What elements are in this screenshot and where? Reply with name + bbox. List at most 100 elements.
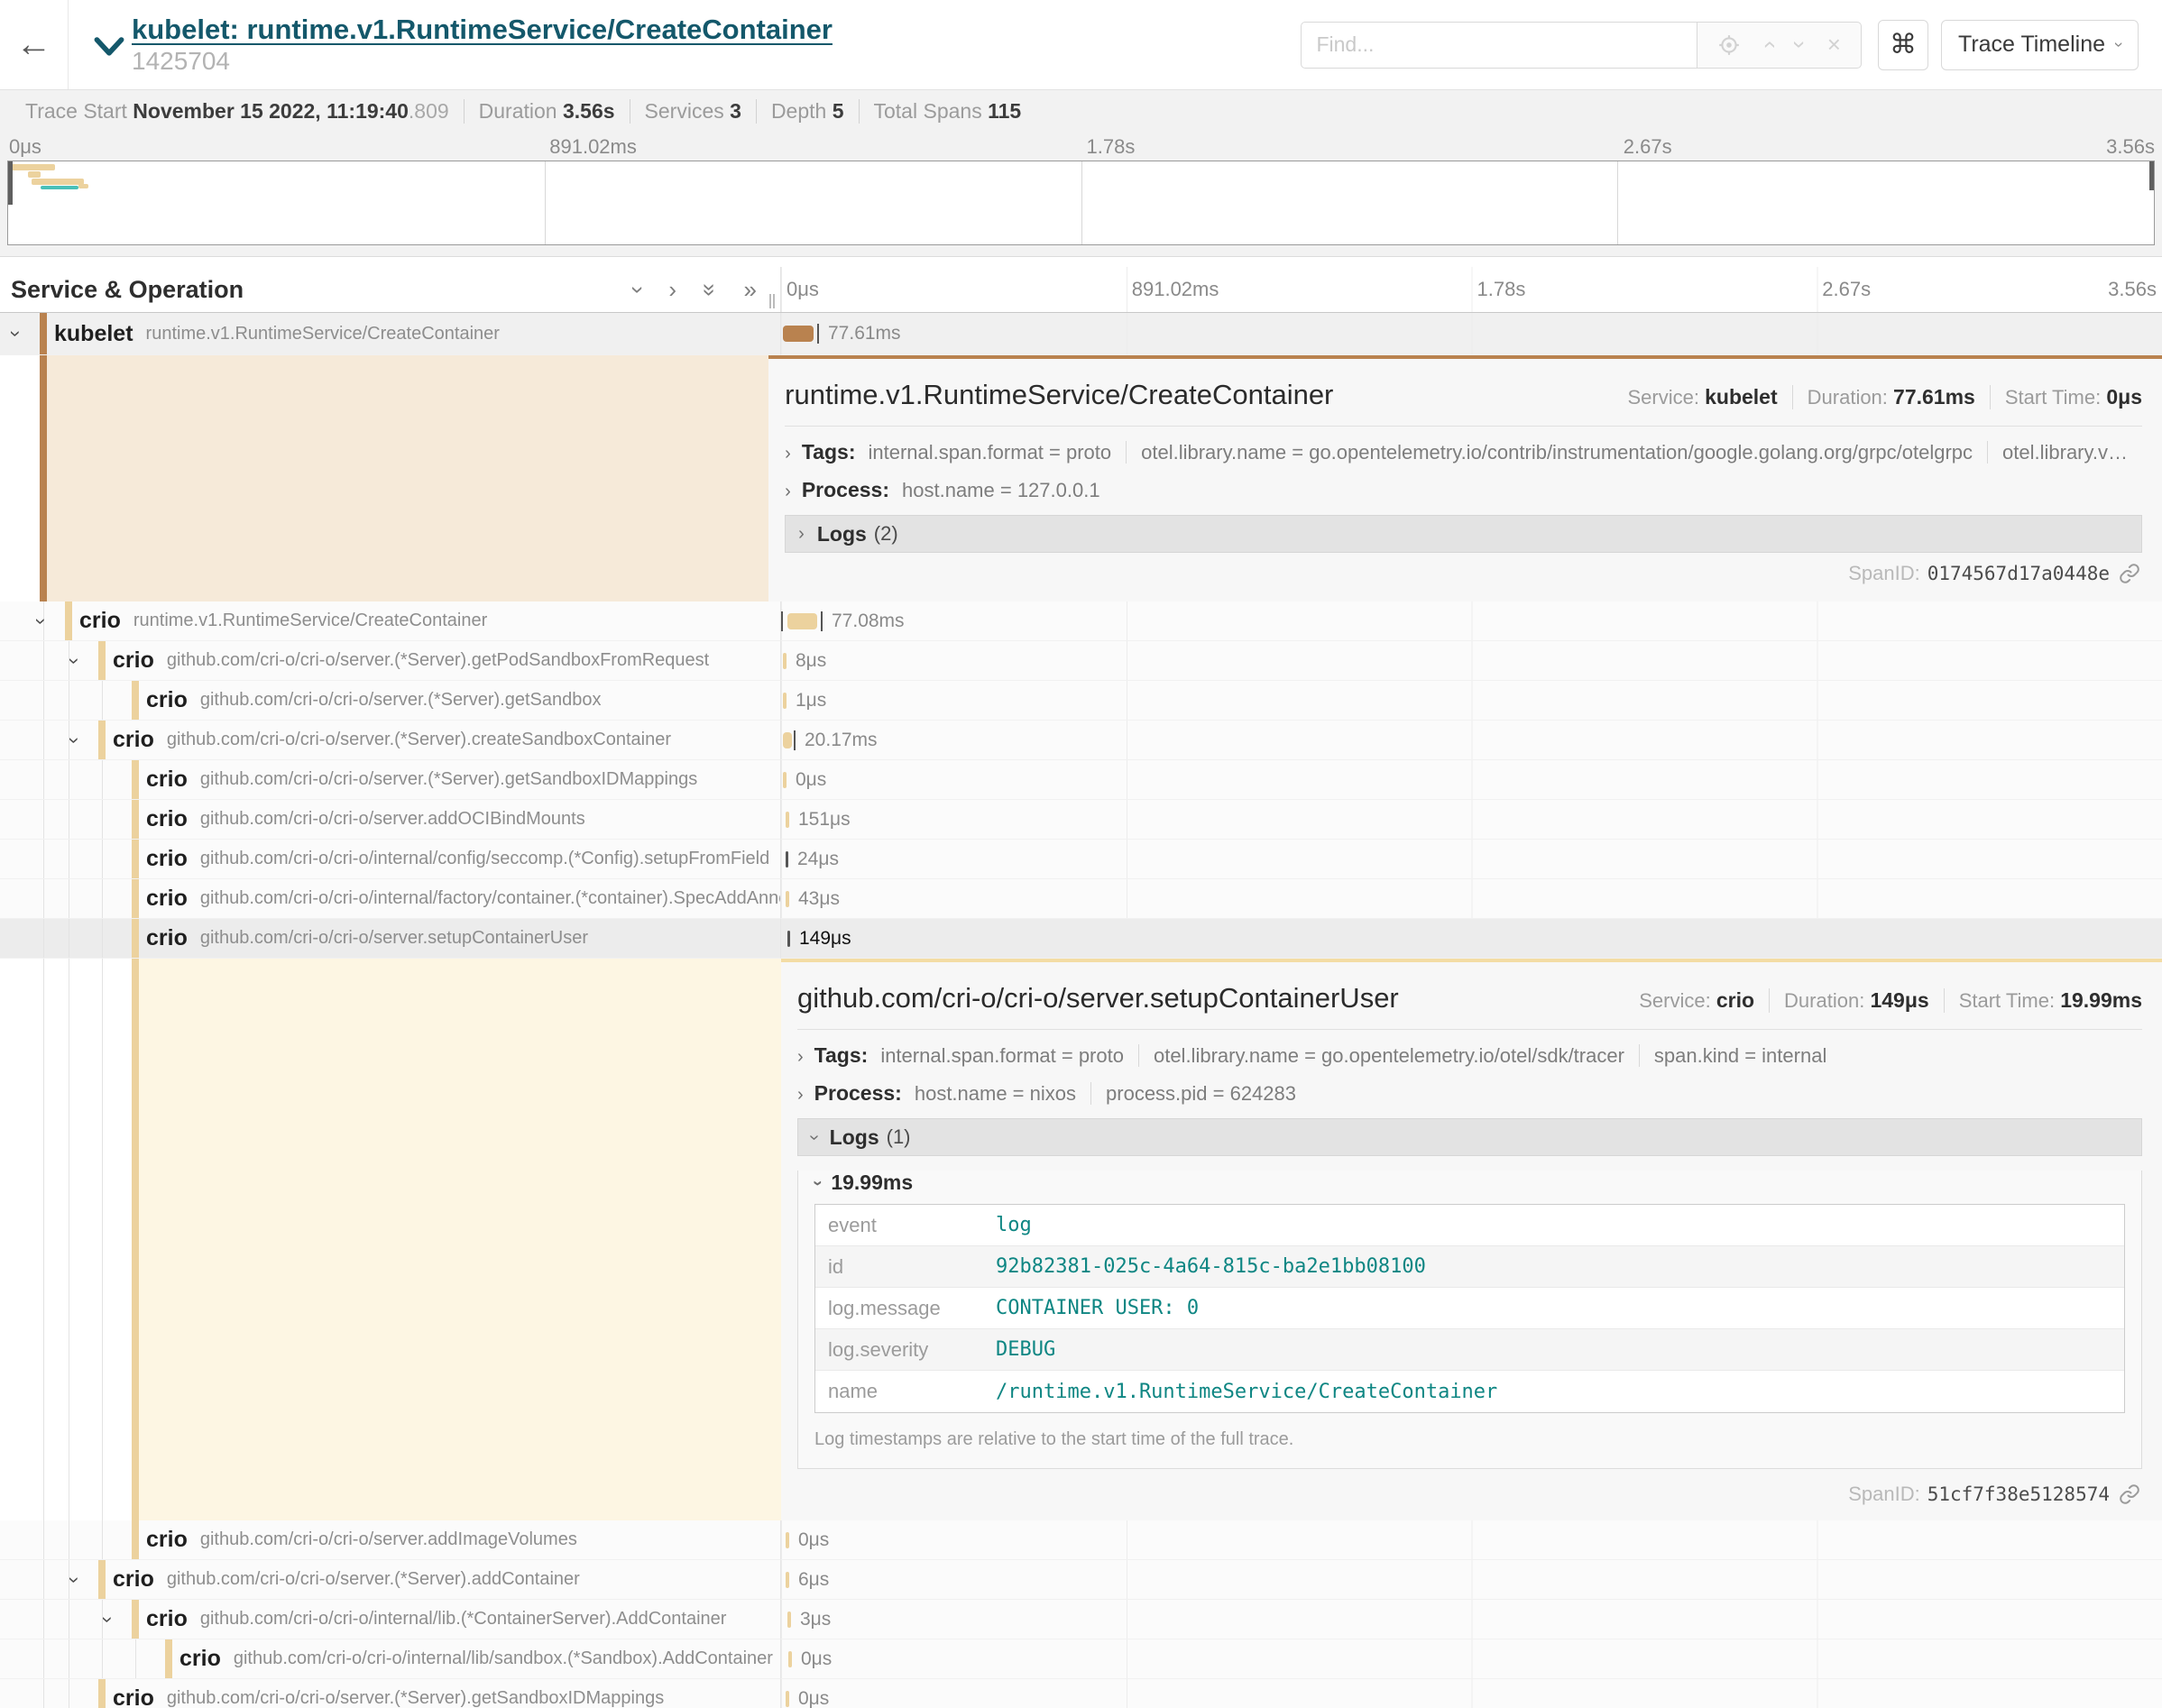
span-operation-name: github.com/cri-o/cri-o/server.addImageVo… bbox=[200, 1529, 577, 1550]
span-collapse-chevron-icon[interactable]: › bbox=[63, 657, 87, 664]
logs-label: Logs bbox=[830, 1125, 879, 1150]
collapse-all-icon[interactable]: » bbox=[696, 283, 724, 296]
span-row[interactable]: › crio github.com/cri-o/cri-o/server.(*S… bbox=[0, 1560, 2162, 1600]
indent-guide bbox=[43, 840, 44, 878]
next-result-icon[interactable]: › bbox=[1786, 41, 1814, 49]
trace-title-chevron-icon[interactable] bbox=[94, 35, 124, 63]
minimap-left-handle[interactable] bbox=[8, 161, 13, 205]
process-row[interactable]: › Process: host.name = 127.0.0.1 bbox=[785, 478, 2142, 502]
trace-view-select[interactable]: Trace Timeline › bbox=[1941, 20, 2139, 70]
span-timeline-cell[interactable]: 0μs bbox=[781, 1520, 2162, 1560]
chevron-icon: › bbox=[798, 524, 805, 545]
tags-row[interactable]: › Tags: internal.span.format = protootel… bbox=[797, 1043, 2142, 1068]
span-timeline-cell[interactable]: 77.08ms bbox=[781, 601, 2162, 641]
indent-guide bbox=[43, 1679, 44, 1708]
span-duration-bar[interactable] bbox=[786, 891, 789, 907]
span-collapse-chevron-icon[interactable]: › bbox=[30, 618, 53, 624]
chevron-down-icon: › bbox=[2110, 42, 2129, 48]
prev-result-icon[interactable]: › bbox=[1754, 41, 1782, 49]
span-duration-bar[interactable] bbox=[787, 1612, 791, 1628]
span-timeline-cell[interactable]: 149μs bbox=[781, 919, 2162, 959]
span-timeline-cell[interactable]: 8μs bbox=[781, 641, 2162, 681]
span-duration-bar[interactable] bbox=[788, 1651, 792, 1667]
minimap-canvas[interactable] bbox=[7, 161, 2155, 245]
span-accent-bar bbox=[132, 959, 139, 1520]
span-timeline-cell[interactable]: 0μs bbox=[781, 760, 2162, 800]
indent-guide bbox=[43, 919, 44, 958]
expand-one-icon[interactable]: › bbox=[668, 276, 676, 304]
span-timeline-cell[interactable]: 20.17ms bbox=[781, 721, 2162, 760]
span-collapse-chevron-icon[interactable]: › bbox=[63, 737, 87, 743]
timeline-tick: 3.56s bbox=[2108, 278, 2157, 301]
span-duration-bar[interactable] bbox=[783, 326, 814, 342]
span-duration-bar[interactable] bbox=[786, 851, 788, 868]
span-timeline-cell[interactable]: 1μs bbox=[781, 681, 2162, 721]
keyboard-shortcuts-button[interactable]: ⌘ bbox=[1878, 20, 1928, 70]
log-field-key: id bbox=[815, 1255, 996, 1279]
span-collapse-chevron-icon[interactable]: › bbox=[63, 1576, 87, 1583]
span-row[interactable]: crio github.com/cri-o/cri-o/server.(*Ser… bbox=[0, 760, 2162, 800]
timeline-axis: 0μs891.02ms1.78s2.67s3.56s bbox=[781, 267, 2162, 312]
deep-link-icon[interactable] bbox=[2119, 1483, 2140, 1505]
indent-guide bbox=[43, 1520, 44, 1559]
span-operation-name: github.com/cri-o/cri-o/server.(*Server).… bbox=[167, 1569, 580, 1590]
tags-row[interactable]: › Tags: internal.span.format = protootel… bbox=[785, 440, 2142, 464]
span-duration-bar[interactable] bbox=[786, 1532, 789, 1548]
minimap-right-handle[interactable] bbox=[2149, 161, 2154, 190]
collapse-one-icon[interactable]: › bbox=[624, 286, 652, 294]
span-timeline-cell[interactable]: 43μs bbox=[781, 879, 2162, 919]
clear-search-icon[interactable]: × bbox=[1827, 31, 1841, 59]
span-accent-bar bbox=[98, 1679, 106, 1708]
span-row[interactable]: › crio github.com/cri-o/cri-o/internal/l… bbox=[0, 1600, 2162, 1639]
span-row[interactable]: crio github.com/cri-o/cri-o/internal/con… bbox=[0, 840, 2162, 879]
span-duration-label: 149μs bbox=[799, 928, 851, 950]
span-row[interactable]: crio github.com/cri-o/cri-o/server.addIm… bbox=[0, 1520, 2162, 1560]
locate-icon[interactable] bbox=[1717, 33, 1741, 57]
span-row[interactable]: crio github.com/cri-o/cri-o/server.(*Ser… bbox=[0, 681, 2162, 721]
logs-toggle[interactable]: › Logs (2) bbox=[785, 515, 2142, 553]
span-duration-bar[interactable] bbox=[786, 1691, 789, 1707]
span-row[interactable]: crio github.com/cri-o/cri-o/internal/fac… bbox=[0, 879, 2162, 919]
process-row[interactable]: › Process: host.name = nixosprocess.pid … bbox=[797, 1081, 2142, 1106]
expand-all-icon[interactable]: » bbox=[744, 276, 757, 304]
span-row[interactable]: crio github.com/cri-o/cri-o/server.(*Ser… bbox=[0, 1679, 2162, 1708]
span-row[interactable]: › crio github.com/cri-o/cri-o/server.(*S… bbox=[0, 721, 2162, 760]
span-row[interactable]: › kubelet runtime.v1.RuntimeService/Crea… bbox=[0, 313, 2162, 355]
span-duration-bar[interactable] bbox=[783, 653, 787, 669]
span-row[interactable]: › crio github.com/cri-o/cri-o/server.(*S… bbox=[0, 641, 2162, 681]
find-input[interactable] bbox=[1301, 22, 1697, 69]
span-duration-bar[interactable] bbox=[786, 1572, 789, 1588]
span-row[interactable]: crio github.com/cri-o/cri-o/internal/lib… bbox=[0, 1639, 2162, 1679]
span-row[interactable]: crio github.com/cri-o/cri-o/server.addOC… bbox=[0, 800, 2162, 840]
span-duration-bar[interactable] bbox=[787, 931, 790, 947]
span-timeline-cell[interactable]: 0μs bbox=[781, 1679, 2162, 1708]
span-duration-bar[interactable] bbox=[783, 772, 787, 788]
span-duration-bar[interactable] bbox=[787, 613, 817, 629]
column-resizer[interactable] bbox=[769, 294, 775, 308]
back-button[interactable]: ← bbox=[16, 24, 52, 65]
span-timeline-cell[interactable]: 3μs bbox=[781, 1600, 2162, 1639]
span-row[interactable]: › crio runtime.v1.RuntimeService/CreateC… bbox=[0, 601, 2162, 641]
log-field-key: event bbox=[815, 1214, 996, 1237]
span-duration-label: 24μs bbox=[797, 849, 839, 870]
span-duration-bar[interactable] bbox=[783, 732, 792, 748]
span-detail-left-strip bbox=[0, 355, 768, 601]
span-duration-label: 77.08ms bbox=[832, 611, 905, 632]
span-timeline-cell[interactable]: 151μs bbox=[781, 800, 2162, 840]
span-timeline-cell[interactable]: 77.61ms bbox=[781, 313, 2162, 355]
logs-toggle[interactable]: › Logs (1) bbox=[797, 1118, 2142, 1156]
span-collapse-chevron-icon[interactable]: › bbox=[5, 330, 28, 336]
span-duration-bar[interactable] bbox=[786, 812, 789, 828]
log-entry-toggle[interactable]: › 19.99ms bbox=[814, 1171, 2125, 1195]
timeline-tick: 1.78s bbox=[1477, 278, 1526, 301]
span-timeline-cell[interactable]: 24μs bbox=[781, 840, 2162, 879]
span-row[interactable]: crio github.com/cri-o/cri-o/server.setup… bbox=[0, 919, 2162, 959]
span-timeline-cell[interactable]: 0μs bbox=[781, 1639, 2162, 1679]
span-collapse-chevron-icon[interactable]: › bbox=[97, 1616, 120, 1622]
minimap-tick: 0μs bbox=[9, 135, 41, 159]
trace-title-link[interactable]: kubelet: runtime.v1.RuntimeService/Creat… bbox=[132, 14, 833, 46]
span-timeline-cell[interactable]: 6μs bbox=[781, 1560, 2162, 1600]
span-duration-bar[interactable] bbox=[783, 693, 787, 709]
process-item: process.pid = 624283 bbox=[1090, 1082, 1311, 1105]
deep-link-icon[interactable] bbox=[2119, 563, 2140, 584]
